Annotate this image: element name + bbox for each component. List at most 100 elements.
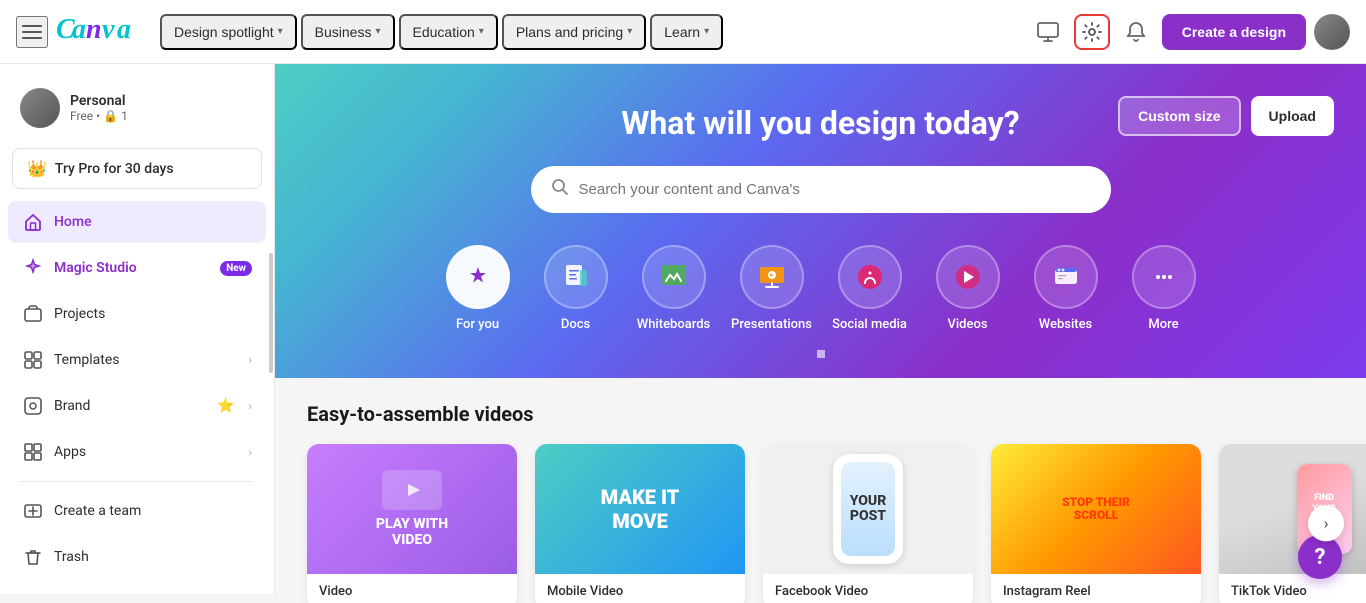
cat-social-media[interactable]: Social media: [825, 245, 915, 332]
card-thumb-tiktok-video: FINDYOURFANS FINDYOURFANS: [1219, 444, 1366, 574]
trash-icon: [22, 546, 44, 568]
nav-learn[interactable]: Learn ▾: [650, 14, 723, 50]
sidebar-item-create-team[interactable]: Create a team: [8, 490, 266, 532]
sidebar-item-magic-studio[interactable]: Magic Studio New: [8, 247, 266, 289]
cat-whiteboards[interactable]: Whiteboards: [629, 245, 719, 332]
card-thumb-facebook-video: YOURPOST: [763, 444, 973, 574]
search-icon: [551, 178, 569, 201]
card-label-tiktok-video: TikTok Video: [1219, 574, 1366, 603]
help-button[interactable]: ?: [1298, 535, 1342, 579]
cat-label-videos: Videos: [947, 317, 987, 332]
nav-education[interactable]: Education ▾: [399, 14, 498, 50]
cat-circle-whiteboards: [642, 245, 706, 309]
notifications-icon-button[interactable]: [1118, 14, 1154, 50]
sidebar-projects-label: Projects: [54, 306, 252, 322]
card-phone-frame: YOURPOST: [833, 454, 903, 564]
topnav: C a n v a Design spotlight ▾ Business ▾ …: [0, 0, 1366, 64]
projects-icon: [22, 303, 44, 325]
apps-icon: [22, 441, 44, 463]
stop-scroll-text: STOP THEIRSCROLL: [1062, 496, 1130, 522]
sidebar-item-trash[interactable]: Trash: [8, 536, 266, 578]
hero-banner: Custom size Upload What will you design …: [275, 64, 1366, 378]
cat-circle-for-you: [446, 245, 510, 309]
nav-design-spotlight[interactable]: Design spotlight ▾: [160, 14, 297, 50]
card-thumb-instagram-reel: STOP THEIRSCROLL: [991, 444, 1201, 574]
card-mobile-video[interactable]: MAKE ITMOVE Mobile Video: [535, 444, 745, 603]
chevron-right-icon: ›: [248, 399, 252, 413]
card-facebook-video[interactable]: YOURPOST Facebook Video: [763, 444, 973, 603]
sidebar-item-projects[interactable]: Projects: [8, 293, 266, 335]
upload-button[interactable]: Upload: [1251, 96, 1334, 136]
create-design-button[interactable]: Create a design: [1162, 14, 1306, 50]
try-pro-button[interactable]: 👑 Try Pro for 30 days: [12, 148, 262, 189]
card-label-video: Video: [307, 574, 517, 603]
cat-label-social-media: Social media: [832, 317, 907, 332]
nav-links: Design spotlight ▾ Business ▾ Education …: [160, 14, 1022, 50]
sidebar-item-home[interactable]: Home: [8, 201, 266, 243]
sidebar-trash-label: Trash: [54, 549, 252, 565]
cat-label-for-you: For you: [456, 317, 499, 332]
cat-circle-docs: [544, 245, 608, 309]
custom-size-button[interactable]: Custom size: [1118, 96, 1240, 136]
magic-studio-icon: [22, 257, 44, 279]
cat-label-whiteboards: Whiteboards: [637, 317, 710, 332]
hero-search-box[interactable]: [531, 166, 1111, 213]
sidebar-create-team-label: Create a team: [54, 503, 252, 519]
search-input[interactable]: [579, 181, 1091, 198]
sidebar-divider: [20, 481, 254, 482]
nav-plans-pricing[interactable]: Plans and pricing ▾: [502, 14, 646, 50]
sidebar-item-brand[interactable]: Brand ⭐ ›: [8, 385, 266, 427]
sidebar-user-info: Personal Free • 🔒 1: [8, 80, 266, 136]
avatar[interactable]: [1314, 14, 1350, 50]
sidebar-magic-label: Magic Studio: [54, 260, 210, 276]
cat-websites[interactable]: Websites: [1021, 245, 1111, 332]
cat-circle-websites: [1034, 245, 1098, 309]
chevron-down-icon: ▾: [278, 26, 283, 37]
cat-circle-presentations: [740, 245, 804, 309]
card-thumb-mobile-video: MAKE ITMOVE: [535, 444, 745, 574]
cat-circle-more: [1132, 245, 1196, 309]
cat-videos[interactable]: Videos: [923, 245, 1013, 332]
layout: Personal Free • 🔒 1 👑 Try Pro for 30 day…: [0, 64, 1366, 603]
cat-circle-social-media: [838, 245, 902, 309]
easy-videos-section: Easy-to-assemble videos Play withvideo: [275, 378, 1366, 603]
video-cards-row: Play withvideo Video MAKE ITMOVE Mobile …: [307, 444, 1334, 603]
chevron-down-icon: ▾: [375, 26, 380, 37]
sidebar-user-details: Personal Free • 🔒 1: [70, 93, 128, 123]
chevron-right-icon: ›: [248, 445, 252, 459]
new-badge: New: [220, 261, 252, 276]
card-video[interactable]: Play withvideo Video: [307, 444, 517, 603]
card-thumb-video: Play withvideo: [307, 444, 517, 574]
cat-for-you[interactable]: For you: [433, 245, 523, 332]
pro-btn-label: Try Pro for 30 days: [55, 161, 174, 177]
chevron-right-icon: ›: [248, 353, 252, 367]
cat-label-more: More: [1148, 317, 1178, 332]
cat-label-docs: Docs: [561, 317, 590, 332]
svg-text:a: a: [117, 14, 131, 44]
nav-business[interactable]: Business ▾: [301, 14, 395, 50]
cat-label-presentations: Presentations: [731, 317, 812, 332]
sidebar-scrollbar[interactable]: [269, 253, 273, 373]
sidebar-item-templates[interactable]: Templates ›: [8, 339, 266, 381]
cat-docs[interactable]: Docs: [531, 245, 621, 332]
cat-more[interactable]: More: [1119, 245, 1209, 332]
sidebar-username: Personal: [70, 93, 128, 109]
canva-logo[interactable]: C a n v a: [56, 12, 136, 51]
card-label-facebook-video: Facebook Video: [763, 574, 973, 603]
settings-icon-button[interactable]: [1074, 14, 1110, 50]
sidebar-home-label: Home: [54, 214, 252, 230]
brand-icon: [22, 395, 44, 417]
svg-text:v: v: [102, 14, 115, 44]
cards-next-button[interactable]: ›: [1308, 505, 1344, 541]
hero-scroll-dot: [315, 350, 1326, 358]
hamburger-menu[interactable]: [16, 16, 48, 48]
home-icon: [22, 211, 44, 233]
cat-presentations[interactable]: Presentations: [727, 245, 817, 332]
main-content: Custom size Upload What will you design …: [275, 64, 1366, 603]
desktop-icon-button[interactable]: [1030, 14, 1066, 50]
cat-label-websites: Websites: [1039, 317, 1093, 332]
chevron-down-icon: ▾: [704, 26, 709, 37]
sidebar-item-apps[interactable]: Apps ›: [8, 431, 266, 473]
card-instagram-reel[interactable]: STOP THEIRSCROLL Instagram Reel: [991, 444, 1201, 603]
sidebar-templates-label: Templates: [54, 352, 238, 368]
